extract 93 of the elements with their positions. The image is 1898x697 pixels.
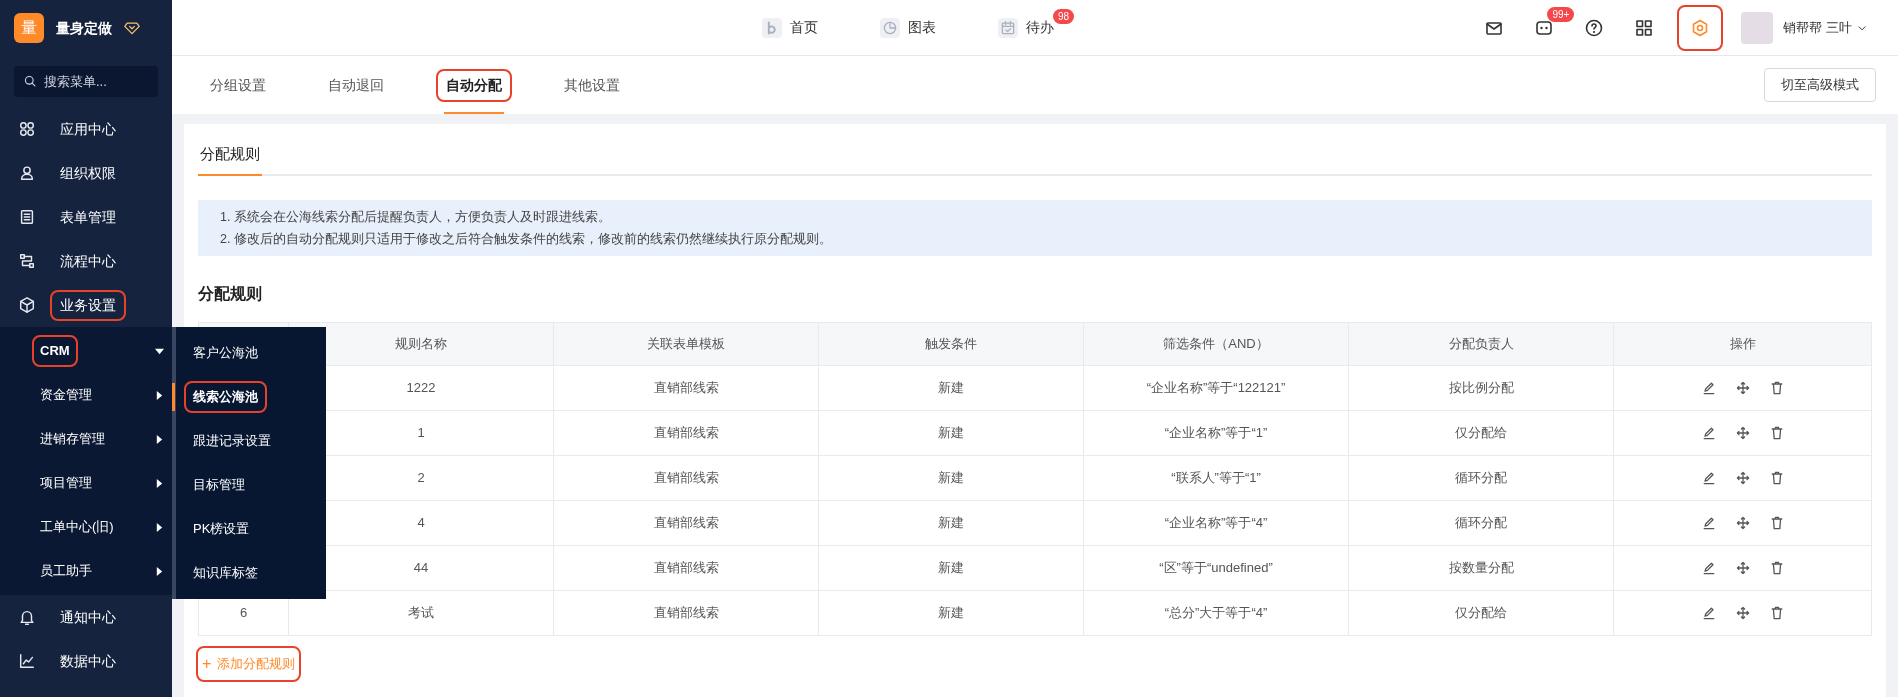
top-nav-link[interactable]: 待办 <box>1026 17 1054 38</box>
section-title: 分配规则 <box>198 284 263 304</box>
table-cell: “企业名称”等于“4” <box>1083 500 1349 546</box>
submenu-item[interactable]: 员工助手 <box>34 557 98 585</box>
table-cell: 按数量分配 <box>1348 545 1614 591</box>
table-cell: 直销部线索 <box>553 410 819 456</box>
sidebar-item[interactable]: 数据中心 <box>52 647 124 675</box>
advanced-mode-button[interactable]: 切至高级模式 <box>1764 68 1876 102</box>
table-cell: 直销部线索 <box>553 590 819 636</box>
table-cell: 按比例分配 <box>1348 365 1614 411</box>
caret-right-icon <box>155 478 164 488</box>
app-logo: 量 <box>14 13 44 43</box>
apps-icon <box>18 120 36 138</box>
column-header: 分配负责人 <box>1348 322 1614 366</box>
table-cell: “联系人”等于“1” <box>1083 455 1349 501</box>
table-cell: “企业名称”等于“1” <box>1083 410 1349 456</box>
table-cell: 新建 <box>818 455 1084 501</box>
user-icon <box>18 164 36 182</box>
calendar-icon <box>1000 19 1016 36</box>
caret-right-icon <box>155 522 164 532</box>
table-cell: 直销部线索 <box>553 365 819 411</box>
count-badge: 98 <box>1052 9 1074 24</box>
line-chart-icon <box>18 652 36 670</box>
top-nav-link[interactable]: 首页 <box>790 17 818 38</box>
move-button[interactable] <box>1734 380 1751 396</box>
flyout-item[interactable]: 知识库标签 <box>186 559 265 587</box>
caret-right-icon <box>155 566 164 576</box>
move-button[interactable] <box>1734 515 1751 531</box>
table-cell: 直销部线索 <box>553 455 819 501</box>
sidebar-item[interactable]: 应用中心 <box>52 115 124 143</box>
tab[interactable]: 其他设置 <box>548 56 636 114</box>
document-icon <box>18 208 36 226</box>
flyout-item[interactable]: 目标管理 <box>186 471 252 499</box>
flyout-item[interactable]: 线索公海池 <box>186 383 265 411</box>
diamond-icon <box>124 20 140 36</box>
submenu-item[interactable]: 工单中心(旧) <box>34 513 120 541</box>
notice-text: 1. 系统会在公海线索分配后提醒负责人，方便负责人及时跟进线索。 <box>220 209 612 226</box>
sidebar-item[interactable]: 业务设置 <box>52 291 124 319</box>
tab[interactable]: 自动退回 <box>312 56 400 114</box>
cube-icon <box>18 296 36 314</box>
table-cell: 考试 <box>288 590 554 636</box>
bell-icon <box>18 608 36 626</box>
settings-button[interactable] <box>1679 6 1722 49</box>
table-cell: “总分”大于等于“4” <box>1083 590 1349 636</box>
move-button[interactable] <box>1734 605 1751 621</box>
move-button[interactable] <box>1734 425 1751 441</box>
move-button[interactable] <box>1734 470 1751 486</box>
column-header: 操作 <box>1613 322 1872 366</box>
caret-right-icon <box>155 434 164 444</box>
table-cell: “企业名称”等于“122121” <box>1083 365 1349 411</box>
sidebar-item[interactable]: 组织权限 <box>52 159 124 187</box>
table-cell: 循环分配 <box>1348 500 1614 546</box>
table-cell: 直销部线索 <box>553 500 819 546</box>
grid-icon <box>1634 17 1655 38</box>
table-cell: 新建 <box>818 590 1084 636</box>
table-cell: 仅分配给 <box>1348 410 1614 456</box>
table-cell: “区”等于“undefined” <box>1083 545 1349 591</box>
flyout-item[interactable]: 客户公海池 <box>186 339 265 367</box>
flow-icon <box>18 252 36 270</box>
submenu-item[interactable]: 进销存管理 <box>34 425 111 453</box>
table-cell: 仅分配给 <box>1348 590 1614 636</box>
pie-chart-icon <box>882 19 898 36</box>
column-header: 触发条件 <box>818 322 1084 366</box>
column-header: 筛选条件（AND） <box>1083 322 1349 366</box>
submenu-item[interactable]: 资金管理 <box>34 381 98 409</box>
table-cell: 新建 <box>818 365 1084 411</box>
submenu-item[interactable]: 项目管理 <box>34 469 98 497</box>
user-name[interactable]: 销帮帮 三叶 <box>1783 17 1852 38</box>
flyout-item[interactable]: 跟进记录设置 <box>186 427 278 455</box>
flyout-item[interactable]: PK榜设置 <box>186 515 257 543</box>
move-button[interactable] <box>1734 560 1751 576</box>
tab[interactable]: 自动分配 <box>430 56 518 114</box>
table-cell: 循环分配 <box>1348 455 1614 501</box>
table-cell: 新建 <box>818 410 1084 456</box>
tab[interactable]: 分组设置 <box>194 56 282 114</box>
sidebar-item[interactable]: 表单管理 <box>52 203 124 231</box>
help-icon <box>1584 17 1605 38</box>
caret-right-icon <box>155 390 164 400</box>
sidebar-item[interactable]: 流程中心 <box>52 247 124 275</box>
app-name: 量身定做 <box>56 18 112 38</box>
search-icon <box>23 74 37 88</box>
column-header: 关联表单模板 <box>553 322 819 366</box>
tab[interactable]: 分配规则 <box>198 134 262 176</box>
caret-down-icon <box>155 346 164 356</box>
menu-search-field[interactable]: 搜索菜单... <box>14 66 158 97</box>
submenu-item[interactable]: CRM <box>34 337 76 365</box>
table-cell: 新建 <box>818 500 1084 546</box>
sidebar-item[interactable]: 通知中心 <box>52 603 124 631</box>
notice-text: 2. 修改后的自动分配规则只适用于修改之后符合触发条件的线索，修改前的线索仍然继续执行原分配规则。 <box>220 231 833 248</box>
table-cell: 直销部线索 <box>553 545 819 591</box>
count-badge: 99+ <box>1547 6 1575 22</box>
top-nav-link[interactable]: 图表 <box>908 17 936 38</box>
table-cell: 新建 <box>818 545 1084 591</box>
